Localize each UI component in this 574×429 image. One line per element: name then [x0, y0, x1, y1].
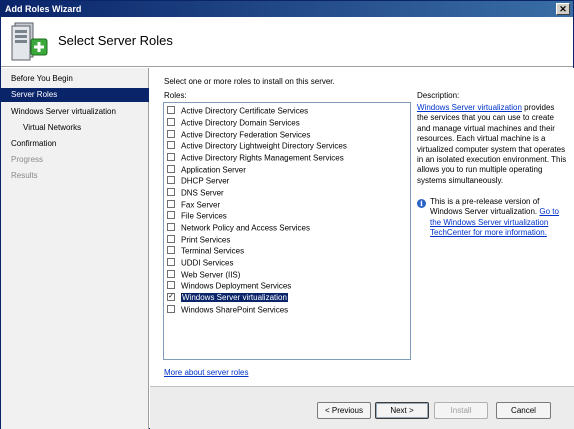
role-item[interactable]: Print Services	[167, 234, 230, 245]
roles-label: Roles:	[164, 91, 187, 100]
cancel-button[interactable]: Cancel	[496, 402, 551, 419]
role-label: Active Directory Lightweight Directory S…	[181, 141, 347, 151]
role-checkbox[interactable]	[167, 280, 175, 289]
role-label: Web Server (IIS)	[181, 270, 241, 280]
role-item[interactable]: Application Server	[167, 164, 246, 175]
role-label: DNS Server	[181, 188, 224, 198]
server-add-icon	[11, 22, 48, 61]
role-checkbox[interactable]	[167, 152, 175, 161]
wizard-nav: Before You Begin Server Roles Windows Se…	[1, 68, 149, 429]
install-button: Install	[434, 402, 488, 419]
wizard-window: Add Roles Wizard ✕ Select Server Roles B…	[0, 0, 574, 429]
role-item[interactable]: ✓ Windows Server virtualization	[167, 292, 288, 303]
role-label: Print Services	[181, 235, 231, 245]
role-checkbox[interactable]	[167, 175, 175, 184]
more-about-server-roles-link[interactable]: More about server roles	[164, 368, 248, 377]
description-label: Description:	[417, 91, 460, 100]
role-label: Active Directory Federation Services	[181, 130, 311, 140]
role-label: DHCP Server	[181, 176, 230, 186]
role-label: Active Directory Domain Services	[181, 118, 300, 128]
roles-list[interactable]: Active Directory Certificate Services Ac…	[163, 102, 411, 360]
role-checkbox[interactable]	[167, 117, 175, 126]
role-item[interactable]: Active Directory Federation Services	[167, 129, 310, 140]
nav-item-results: Results	[11, 171, 38, 180]
role-checkbox[interactable]	[167, 269, 175, 278]
role-label: Windows Server virtualization	[181, 293, 288, 303]
role-checkbox-checked[interactable]: ✓	[167, 292, 175, 301]
role-label: Windows Deployment Services	[181, 281, 292, 291]
role-checkbox[interactable]	[167, 222, 175, 231]
info-icon: i	[417, 199, 426, 208]
role-item[interactable]: Network Policy and Access Services	[167, 222, 310, 233]
role-checkbox[interactable]	[167, 210, 175, 219]
role-label: Application Server	[181, 165, 246, 175]
role-checkbox[interactable]	[167, 257, 175, 266]
role-label: Active Directory Rights Management Servi…	[181, 153, 344, 163]
role-item[interactable]: Active Directory Lightweight Directory S…	[167, 140, 347, 151]
description-text: Windows Server virtualization provides t…	[417, 103, 567, 186]
role-item[interactable]: Windows SharePoint Services	[167, 304, 288, 315]
role-item[interactable]: Active Directory Certificate Services	[167, 105, 308, 116]
role-checkbox[interactable]	[167, 304, 175, 313]
instruction-text: Select one or more roles to install on t…	[164, 77, 335, 86]
role-label: Network Policy and Access Services	[181, 223, 310, 233]
note-text: This is a pre-release version of Windows…	[430, 197, 540, 217]
role-label: Windows SharePoint Services	[181, 305, 289, 315]
role-label: Active Directory Certificate Services	[181, 106, 309, 116]
main-panel: Select one or more roles to install on t…	[150, 68, 574, 429]
nav-item-progress: Progress	[11, 155, 44, 164]
role-label: Fax Server	[181, 200, 221, 210]
role-item[interactable]: DHCP Server	[167, 175, 229, 186]
role-label: File Services	[181, 211, 227, 221]
role-checkbox[interactable]	[167, 187, 175, 196]
page-title: Select Server Roles	[58, 33, 173, 48]
nav-item-confirmation[interactable]: Confirmation	[1, 137, 149, 151]
role-item[interactable]: Terminal Services	[167, 245, 244, 256]
role-checkbox[interactable]	[167, 140, 175, 149]
role-checkbox[interactable]	[167, 245, 175, 254]
role-item[interactable]: Active Directory Domain Services	[167, 117, 300, 128]
role-label: Terminal Services	[181, 246, 245, 256]
wizard-header: Select Server Roles	[1, 17, 573, 67]
role-label: UDDI Services	[181, 258, 234, 268]
role-checkbox[interactable]	[167, 164, 175, 173]
nav-item-server-roles[interactable]: Server Roles	[1, 88, 149, 102]
role-checkbox[interactable]	[167, 105, 175, 114]
wizard-footer: < Previous Next > Install Cancel	[150, 386, 574, 429]
window-title: Add Roles Wizard	[5, 4, 82, 14]
role-checkbox[interactable]	[167, 199, 175, 208]
description-link[interactable]: Windows Server virtualization	[417, 103, 522, 112]
nav-item-before-you-begin[interactable]: Before You Begin	[1, 72, 149, 86]
role-item[interactable]: Web Server (IIS)	[167, 269, 240, 280]
role-item[interactable]: Windows Deployment Services	[167, 280, 291, 291]
close-button[interactable]: ✕	[556, 3, 570, 15]
role-item[interactable]: UDDI Services	[167, 257, 233, 268]
role-checkbox[interactable]	[167, 234, 175, 243]
nav-item-virtual-networks[interactable]: Virtual Networks	[1, 121, 149, 135]
title-bar: Add Roles Wizard ✕	[1, 1, 573, 17]
previous-button[interactable]: < Previous	[317, 402, 371, 419]
prerelease-note: i This is a pre-release version of Windo…	[417, 197, 567, 239]
next-button[interactable]: Next >	[375, 402, 429, 419]
role-item[interactable]: Active Directory Rights Management Servi…	[167, 152, 344, 163]
role-item[interactable]: Fax Server	[167, 199, 220, 210]
role-checkbox[interactable]	[167, 129, 175, 138]
role-item[interactable]: File Services	[167, 210, 227, 221]
nav-item-windows-server-virtualization[interactable]: Windows Server virtualization	[1, 105, 149, 119]
description-body: provides the services that you can use t…	[417, 103, 567, 185]
role-item[interactable]: DNS Server	[167, 187, 224, 198]
